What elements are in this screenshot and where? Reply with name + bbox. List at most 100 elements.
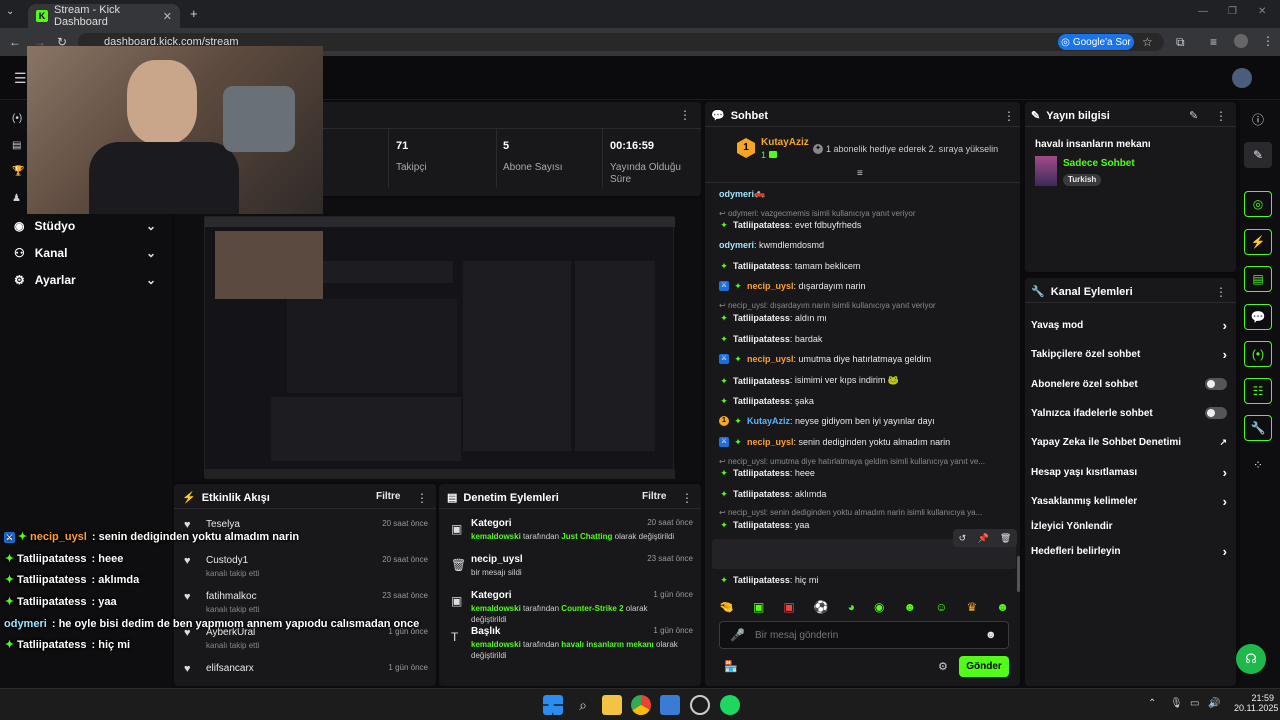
activity-user[interactable]: Custody1 [206, 555, 248, 566]
nav-settings[interactable]: ⚙ Ayarlar ⌄ [0, 267, 170, 293]
chat-message[interactable]: ✦ Tatliipatatess: bardak [719, 334, 822, 344]
moderator-name[interactable]: kemaldowski [471, 532, 521, 541]
channel-action-item[interactable]: Hesap yaşı kısıtlaması › [1031, 465, 1227, 480]
chat-reply-context[interactable]: ↩ necip_uysl: senin dediginden yoktu alm… [719, 508, 982, 517]
channel-action-item[interactable]: Yalnızca ifadelerle sohbet [1031, 406, 1227, 420]
emote-icon[interactable]: ⚽ [814, 600, 829, 616]
broadcast-rail-icon[interactable]: (•) [1244, 341, 1272, 367]
emote-icon[interactable]: ◕ [848, 600, 855, 616]
chat-message[interactable]: ✦ Tatliipatatess: isimimi ver kıps indiri… [719, 375, 899, 386]
emote-icon[interactable]: ♛ [966, 600, 977, 616]
tab-menu-icon[interactable]: ⌄ [6, 6, 14, 17]
new-tab-icon[interactable]: + [190, 6, 198, 21]
category-thumbnail[interactable] [1035, 156, 1057, 186]
close-window-icon[interactable]: ✕ [1258, 6, 1266, 17]
emote-icon[interactable]: ☺ [935, 600, 947, 616]
obs-icon[interactable] [690, 695, 710, 715]
more-options-icon[interactable]: ⋮ [1003, 109, 1015, 123]
extensions-icon[interactable]: ⧉ [1176, 35, 1185, 50]
chat-message[interactable]: ✦ Tatliipatatess: hiç mi [719, 575, 818, 585]
chat-reply-context[interactable]: ↩ odymeri: vazgecmemis isimli kullanıcıy… [719, 209, 916, 218]
lightning-rail-icon[interactable]: ⚡ [1244, 229, 1272, 255]
chat-username[interactable]: Tatliipatatess [733, 313, 790, 323]
profile-avatar[interactable] [1234, 34, 1248, 48]
emote-icon[interactable]: ☻ [904, 600, 917, 616]
emote-icon[interactable]: ☻ [996, 600, 1009, 616]
reply-icon[interactable]: ↺ [959, 533, 967, 544]
chat-username[interactable]: Tatliipatatess [733, 575, 790, 585]
pin-icon[interactable]: 📌 [977, 533, 988, 544]
chrome-icon[interactable] [631, 695, 651, 715]
chat-username[interactable]: necip_uysl [747, 437, 794, 447]
emote-icon[interactable]: 🤏 [719, 600, 734, 616]
more-options-icon[interactable]: ⋮ [1215, 109, 1227, 123]
chat-message[interactable]: ⚔ ✦ necip_uysl: senin dediginden yoktu alm… [719, 437, 950, 447]
chat-username[interactable]: Tatliipatatess [733, 376, 790, 386]
channel-action-item[interactable]: Takipçilere özel sohbet › [1031, 347, 1227, 362]
channel-action-item[interactable]: Hedefleri belirleyin › [1031, 544, 1227, 559]
pencil-rail-icon[interactable]: ✎ [1244, 142, 1272, 168]
emote-icon[interactable]: ◉ [874, 600, 884, 616]
close-tab-icon[interactable]: ✕ [163, 10, 172, 23]
maximize-icon[interactable]: ❐ [1228, 6, 1237, 17]
clock[interactable]: 21:59 20.11.2025 [1234, 693, 1278, 713]
chat-rail-icon[interactable]: 💬 [1244, 304, 1272, 330]
more-options-icon[interactable]: ⋮ [1215, 285, 1227, 299]
chat-username[interactable]: Tatliipatatess [733, 520, 790, 530]
chat-username[interactable]: KutayAziz [747, 416, 790, 426]
delete-icon[interactable]: 🗑 [1000, 533, 1011, 544]
google-ask-button[interactable]: ◎ Google'a Sor [1058, 34, 1134, 50]
bookmark-star-icon[interactable]: ☆ [1142, 35, 1153, 49]
moderation-filter-button[interactable]: Filtre [642, 491, 666, 502]
chat-username[interactable]: odymeri [719, 189, 754, 199]
chat-message-input[interactable] [754, 629, 975, 641]
support-icon[interactable]: ☊ [1236, 644, 1266, 674]
volume-icon[interactable]: 🔊 [1208, 698, 1220, 709]
emote-icon[interactable]: ▣ [753, 600, 764, 616]
chat-username[interactable]: Tatliipatatess [733, 396, 790, 406]
chat-reply-context[interactable]: ↩ necip_uysl: dışardayım narin isimli ku… [719, 301, 936, 310]
pinned-gifter-name[interactable]: KutayAziz [761, 137, 809, 148]
store-icon[interactable]: 🏪 [724, 660, 738, 673]
photos-icon[interactable] [660, 695, 680, 715]
chat-message[interactable]: ✦ Tatliipatatess: heee [719, 468, 815, 478]
trophy-icon[interactable]: 🏆 [12, 166, 24, 177]
channel-action-item[interactable]: İzleyici Yönlendir [1031, 519, 1227, 533]
chat-message[interactable]: odymeri: kwmdlemdosmd [719, 240, 824, 250]
user-card-rail-icon[interactable]: ☷ [1244, 378, 1272, 404]
more-options-icon[interactable]: ⋮ [681, 491, 693, 505]
collapse-pinned-icon[interactable]: ≡ [857, 168, 863, 179]
toggle-switch[interactable] [1205, 407, 1227, 419]
activity-user[interactable]: Teselya [206, 519, 240, 530]
chat-username[interactable]: Tatliipatatess [733, 489, 790, 499]
chat-message[interactable]: ⚔ ✦ necip_uysl: umutma diye hatırlatmaya g… [719, 354, 931, 364]
tray-chevron-icon[interactable]: ⌃ [1148, 698, 1156, 709]
emote-icon[interactable]: ▣ [783, 600, 794, 616]
more-options-icon[interactable]: ⋮ [416, 491, 428, 505]
chat-username[interactable]: Tatliipatatess [733, 468, 790, 478]
chat-message[interactable]: ✦ Tatliipatatess: şaka [719, 396, 814, 406]
chat-message[interactable]: ✦ Tatliipatatess: evet fdbuyfrheds [719, 220, 861, 230]
browser-menu-icon[interactable]: ⋮ [1262, 34, 1274, 48]
emoji-icon[interactable]: ☻ [985, 629, 997, 641]
chat-username[interactable]: Tatliipatatess [733, 261, 790, 271]
chat-message[interactable]: ✦ Tatliipatatess: tamam beklicem [719, 261, 860, 271]
moderator-name[interactable]: kemaldowski [471, 640, 521, 649]
chat-username[interactable]: Tatliipatatess [733, 220, 790, 230]
spotify-icon[interactable] [720, 695, 740, 715]
chat-message[interactable]: ✦ Tatliipatatess: yaa [719, 520, 809, 530]
activity-item[interactable]: ♥ Custody1 kanalı takip etti 20 saat önce [184, 552, 428, 588]
activity-filter-button[interactable]: Filtre [376, 491, 400, 502]
webcam-rail-icon[interactable]: ◎ [1244, 191, 1272, 217]
info-icon[interactable]: ⓘ [1244, 106, 1272, 132]
dashboard-icon[interactable]: ▤ [12, 140, 21, 151]
wrench-rail-icon[interactable]: 🔧 [1244, 415, 1272, 441]
nav-studio[interactable]: ◉ Stüdyo ⌄ [0, 213, 170, 239]
community-icon[interactable]: ♟ [12, 193, 21, 204]
apps-rail-icon[interactable]: ⁘ [1244, 452, 1272, 478]
reading-list-icon[interactable]: ≡ [1210, 35, 1217, 49]
nav-channel[interactable]: ⚇ Kanal ⌄ [0, 240, 170, 266]
chat-message[interactable]: ⚔ ✦ necip_uysl: dışardayım narin [719, 281, 866, 291]
microphone-icon[interactable]: 🎤 [730, 628, 745, 642]
chat-scrollbar[interactable] [1017, 556, 1020, 592]
